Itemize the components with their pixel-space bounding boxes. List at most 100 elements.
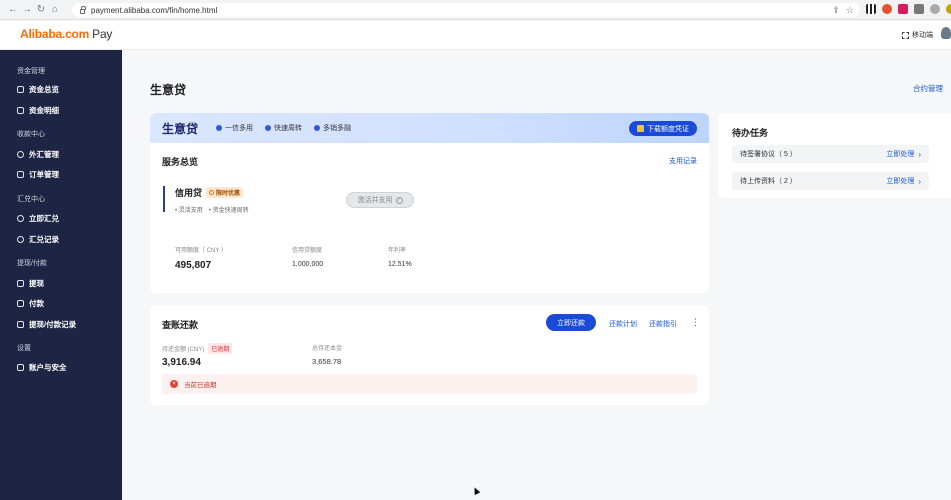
sidebar-item-label: 提现/付款记录 (29, 320, 77, 329)
expand-icon (902, 31, 909, 39)
sidebar-item-exchange-now[interactable]: 立即汇兑 (17, 213, 59, 224)
reload-icon[interactable]: ↻ (34, 3, 48, 17)
todo-card: 待办任务 待签署协议（ 5 ） 立即处理 › 待上传资料（ 2 ） 立即处理 › (718, 113, 951, 198)
todo-item[interactable]: 待上传资料（ 2 ） 立即处理 › (732, 172, 929, 190)
browser-toolbar: ← → ↻ ⌂ payment.alibaba.com/fin/home.htm… (0, 0, 951, 20)
credit-feature-label: 灵活支用 (178, 208, 203, 214)
process-now-link[interactable]: 立即处理 › (886, 149, 921, 159)
sidebar-item-account-security[interactable]: 账户与安全 (17, 362, 67, 373)
page-title: 生意贷 (150, 83, 187, 97)
stat-label: 年利率 (388, 248, 407, 254)
stat-label: 可用额度（ CNY ） (175, 248, 227, 254)
contract-management-link[interactable]: 合约管理 (913, 83, 943, 94)
star-icon[interactable]: ☆ (846, 5, 854, 16)
repay-now-button[interactable]: 立即还款 (546, 314, 596, 331)
sidebar-item-label: 提现 (29, 279, 44, 288)
sidebar-item-exchange-history[interactable]: 汇兑记录 (17, 234, 59, 245)
credit-loan-name: 信用贷 (175, 188, 203, 198)
todo-title: 待办任务 (732, 128, 769, 138)
extension-icon[interactable] (898, 4, 908, 14)
shield-icon (17, 364, 24, 371)
limited-offer-badge: 限时优惠 (206, 187, 244, 198)
banner-tag-label: 多销多融 (323, 125, 352, 132)
sidebar-item-fund-overview[interactable]: 资金总览 (17, 84, 59, 95)
banner-title: 生意贷 (162, 121, 199, 136)
sidebar-item-withdraw-history[interactable]: 提现/付款记录 (17, 319, 76, 330)
stat-value: 495,807 (175, 260, 212, 271)
extensions-puzzle-icon[interactable] (914, 4, 924, 14)
check-icon (314, 125, 321, 131)
home-icon[interactable]: ⌂ (48, 3, 62, 17)
repayment-card: 查账还款 立即还款 还款计划 还款指引 ⋮ 待还金额 (CNY) 已逾期 3,9… (150, 305, 709, 405)
qr-extension-icon[interactable] (866, 4, 876, 14)
sidebar-item-forex[interactable]: 外汇管理 (17, 149, 59, 160)
repayment-guide-link[interactable]: 还款指引 (649, 319, 677, 329)
withdraw-icon (17, 280, 24, 287)
address-bar[interactable]: payment.alibaba.com/fin/home.html ⇪ ☆ (72, 3, 860, 17)
sidebar-group-label: 设置 (17, 345, 31, 352)
document-icon (17, 107, 24, 114)
share-icon[interactable]: ⇪ (832, 5, 840, 16)
user-icon[interactable] (941, 27, 951, 39)
mobile-label: 移动端 (912, 32, 933, 39)
loan-banner: 生意贷 一信多用 快速周转 多销多融 下载额度凭证 (150, 113, 709, 143)
sidebar-item-withdraw[interactable]: 提现 (17, 278, 44, 289)
sidebar-item-label: 外汇管理 (29, 150, 59, 159)
check-icon (265, 125, 272, 131)
sidebar-item-label: 付款 (29, 299, 44, 308)
logo-brand: Alibaba.com (20, 27, 90, 41)
sidebar-item-label: 账户与安全 (29, 363, 67, 372)
url-text: payment.alibaba.com/fin/home.html (91, 5, 218, 15)
alibaba-pay-logo[interactable]: Alibaba.com Pay (20, 27, 112, 41)
repayment-plan-link[interactable]: 还款计划 (609, 319, 637, 329)
help-icon[interactable]: ? (395, 196, 403, 204)
exchange-icon (17, 215, 24, 222)
todo-item-label: 待签署协议（ 5 ） (740, 151, 797, 158)
main-content: 生意贷 合约管理 生意贷 一信多用 快速周转 多销多融 下载额度凭证 服务总览 … (122, 50, 951, 500)
amount-due-label-text: 待还金额 (CNY) (162, 347, 205, 353)
sidebar-item-fund-details[interactable]: 资金明细 (17, 105, 59, 116)
overdue-badge: 已逾期 (208, 343, 233, 354)
medal-icon (637, 125, 644, 132)
card-icon (17, 300, 24, 307)
annual-rate-stat: 年利率 12.51% (388, 245, 412, 268)
mobile-link[interactable]: 移动端 (902, 30, 933, 40)
amount-due-label: 待还金额 (CNY) 已逾期 (162, 343, 233, 354)
list-icon (17, 321, 24, 328)
usage-records-link[interactable]: 支用记录 (669, 156, 697, 166)
banner-tag-label: 快速周转 (274, 125, 303, 132)
sidebar-group-label: 汇兑中心 (17, 196, 45, 203)
app-header: Alibaba.com Pay 移动端 (0, 21, 951, 50)
back-icon[interactable]: ← (6, 3, 20, 17)
credit-limit-stat: 信用贷额度 1,000,000 (292, 245, 323, 268)
loan-card: 生意贷 一信多用 快速周转 多销多融 下载额度凭证 服务总览 支用记录 信用贷 … (150, 113, 709, 293)
credit-feature: • 灵活支用 (175, 208, 203, 214)
sidebar-item-label: 资金明细 (29, 106, 59, 115)
extension-icon[interactable] (930, 4, 940, 14)
forward-icon[interactable]: → (20, 3, 34, 17)
process-now-link[interactable]: 立即处理 › (886, 176, 921, 186)
more-options-icon[interactable]: ⋮ (691, 317, 700, 328)
todo-action-label: 立即处理 (886, 178, 915, 185)
banner-tag: 一信多用 (216, 123, 253, 133)
stat-value: 12.51% (388, 261, 412, 268)
stat-value: 1,000,000 (292, 261, 324, 268)
activate-and-draw-button[interactable]: 激活并支用 ? (346, 192, 414, 208)
extension-icon[interactable] (882, 4, 892, 14)
profile-avatar[interactable] (946, 4, 951, 14)
overdue-warning: × 当前已逾期 (162, 374, 697, 394)
sidebar-item-orders[interactable]: 订单管理 (17, 169, 59, 180)
chevron-right-icon: › (918, 149, 921, 159)
bank-icon (17, 86, 24, 93)
sidebar-item-payment[interactable]: 付款 (17, 298, 44, 309)
credit-loan-block: 信用贷 限时优惠 • 灵活支用 • 资金快速周转 (163, 186, 249, 214)
service-overview-title: 服务总览 (162, 157, 199, 167)
credit-feature: • 资金快速周转 (208, 208, 249, 214)
todo-item[interactable]: 待签署协议（ 5 ） 立即处理 › (732, 145, 929, 163)
sidebar-item-label: 立即汇兑 (29, 214, 59, 223)
amount-due-value: 3,916.94 (162, 357, 201, 368)
clock-icon (17, 236, 24, 243)
logo-pay: Pay (92, 27, 113, 41)
download-credit-certificate-button[interactable]: 下载额度凭证 (629, 121, 697, 136)
credit-feature-label: 资金快速周转 (212, 208, 249, 214)
